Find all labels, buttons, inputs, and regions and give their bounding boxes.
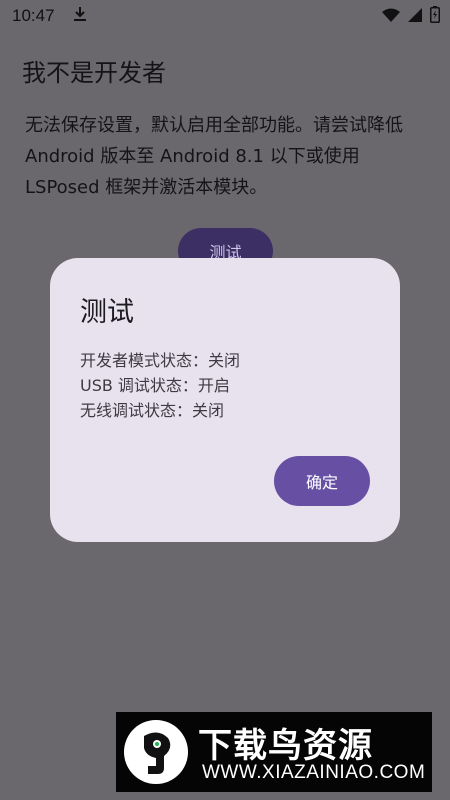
dialog-title: 测试 (80, 297, 134, 328)
watermark: 下载鸟资源 WWW.XIAZAINIAO.COM (116, 712, 432, 792)
bird-logo-icon (124, 720, 188, 784)
app-description: 无法保存设置，默认启用全部功能。请尝试降低 Android 版本至 Androi… (25, 115, 403, 198)
test-dialog: 测试 开发者模式状态：关闭 USB 调试状态：开启 无线调试状态：关闭 确定 (50, 258, 400, 542)
app-title: 我不是开发者 (22, 59, 166, 87)
usb-debugging-status: USB 调试状态：开启 (80, 376, 230, 395)
status-left: 10:47 (12, 6, 87, 26)
signal-icon (408, 7, 422, 26)
confirm-button[interactable]: 确定 (274, 456, 370, 506)
download-icon (73, 6, 87, 26)
wireless-debugging-status: 无线调试状态：关闭 (80, 401, 225, 420)
status-bar: 10:47 (0, 0, 450, 32)
battery-charging-icon (430, 5, 440, 27)
wifi-icon (382, 7, 400, 26)
status-right (382, 5, 440, 27)
status-time: 10:47 (12, 6, 55, 25)
dialog-message: 开发者模式状态：关闭 USB 调试状态：开启 无线调试状态：关闭 (80, 348, 240, 423)
watermark-url: WWW.XIAZAINIAO.COM (202, 762, 426, 783)
watermark-title: 下载鸟资源 (198, 726, 373, 766)
developer-mode-status: 开发者模式状态：关闭 (80, 351, 241, 370)
